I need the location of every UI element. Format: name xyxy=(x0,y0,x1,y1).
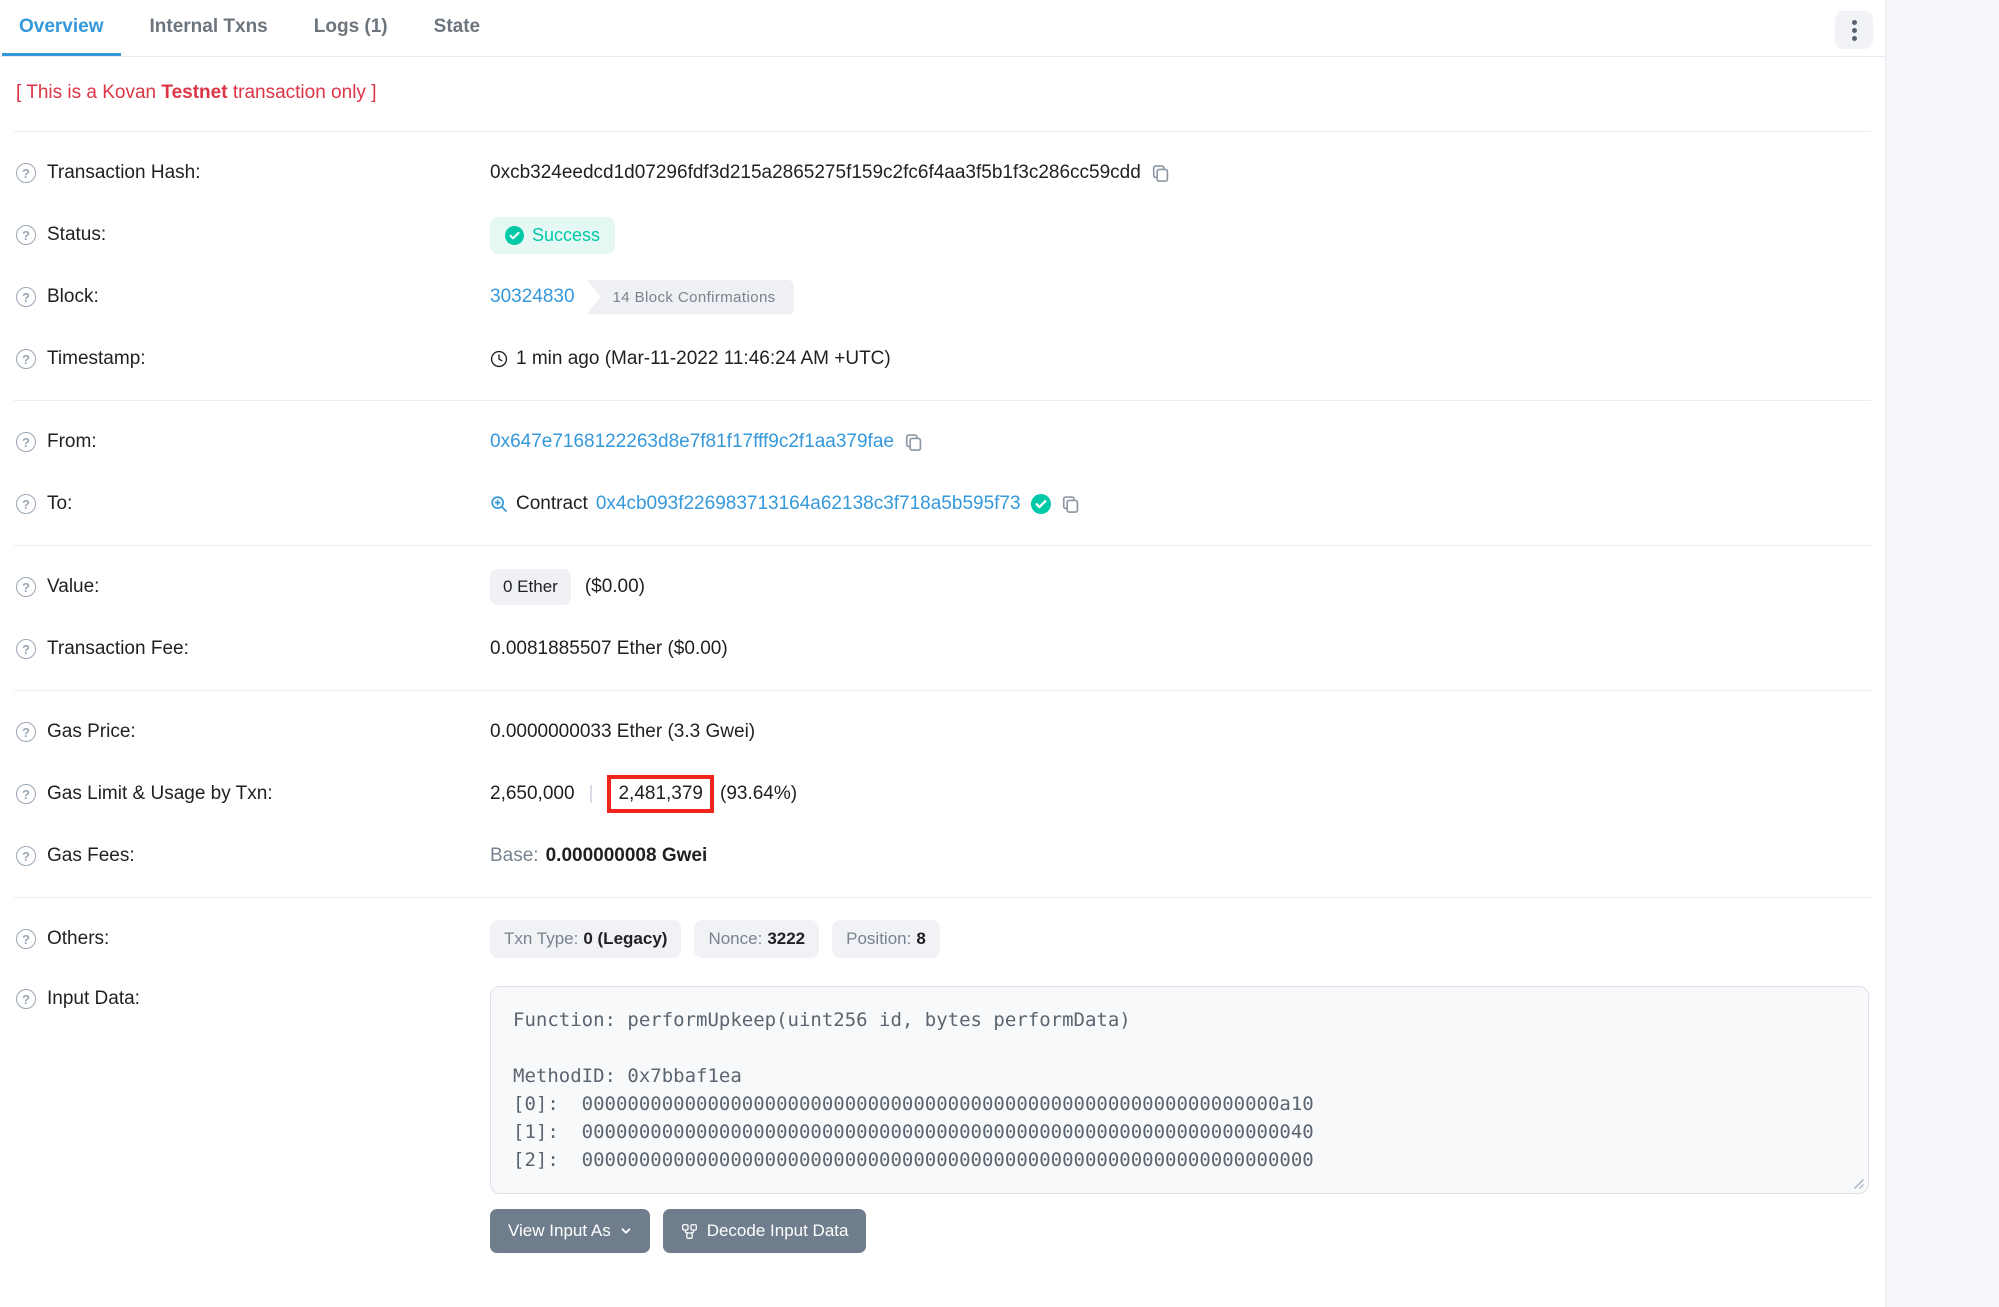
gas-price-label: Gas Price: xyxy=(47,721,136,743)
help-icon[interactable]: ? xyxy=(16,577,36,597)
row-value: ? Value: 0 Ether ($0.00) xyxy=(0,556,1885,618)
tab-overview[interactable]: Overview xyxy=(2,0,121,56)
decode-blocks-icon xyxy=(681,1223,698,1240)
annotation-highlight-box: 2,481,379 xyxy=(607,775,714,813)
gas-limit-value: 2,650,000 xyxy=(490,783,575,805)
copy-icon xyxy=(1061,495,1080,514)
transaction-hash-label: Transaction Hash: xyxy=(47,162,200,184)
kebab-icon xyxy=(1852,20,1857,25)
gas-fees-label: Gas Fees: xyxy=(47,845,135,867)
input-data-actions: View Input As Decode Input Data xyxy=(490,1209,1869,1253)
section-value-fee: ? Value: 0 Ether ($0.00) ? Transaction F… xyxy=(0,546,1885,690)
value-label: Value: xyxy=(47,576,99,598)
to-address-link[interactable]: 0x4cb093f226983713164a62138c3f718a5b595f… xyxy=(596,493,1021,515)
input-data-text: Function: performUpkeep(uint256 id, byte… xyxy=(513,1006,1846,1174)
status-badge: Success xyxy=(490,217,615,254)
more-options-button[interactable] xyxy=(1835,11,1873,49)
block-number-link[interactable]: 30324830 xyxy=(490,286,575,308)
input-data-label: Input Data: xyxy=(47,988,140,1010)
row-to: ? To: Contract 0x4cb093f226983713164a621… xyxy=(0,473,1885,535)
row-input-data: ? Input Data: Function: performUpkeep(ui… xyxy=(0,970,1885,1253)
help-icon[interactable]: ? xyxy=(16,349,36,369)
transaction-hash-value: 0xcb324eedcd1d07296fdf3d215a2865275f159c… xyxy=(490,162,1141,184)
tab-bar: Overview Internal Txns Logs (1) State xyxy=(0,0,1885,57)
row-status: ? Status: Success xyxy=(0,204,1885,266)
ether-value-badge: 0 Ether xyxy=(490,569,571,605)
tab-state[interactable]: State xyxy=(417,0,497,56)
base-fee-label: Base: xyxy=(490,845,539,867)
help-icon[interactable]: ? xyxy=(16,163,36,183)
testnet-notice: [ This is a Kovan Testnet transaction on… xyxy=(0,57,1885,131)
view-input-as-button[interactable]: View Input As xyxy=(490,1209,650,1253)
copy-button[interactable] xyxy=(1061,495,1080,514)
section-others-input: ? Others: Txn Type: 0 (Legacy) Nonce: 32… xyxy=(0,898,1885,1263)
row-transaction-fee: ? Transaction Fee: 0.0081885507 Ether ($… xyxy=(0,618,1885,680)
copy-button[interactable] xyxy=(904,433,923,452)
others-label: Others: xyxy=(47,928,109,950)
row-transaction-hash: ? Transaction Hash: 0xcb324eedcd1d07296f… xyxy=(0,142,1885,204)
input-data-box[interactable]: Function: performUpkeep(uint256 id, byte… xyxy=(490,986,1869,1194)
section-addresses: ? From: 0x647e7168122263d8e7f81f17fff9c2… xyxy=(0,401,1885,545)
clock-icon xyxy=(490,350,508,368)
from-label: From: xyxy=(47,431,97,453)
notice-prefix: [ This is a Kovan xyxy=(16,82,161,103)
help-icon[interactable]: ? xyxy=(16,929,36,949)
transaction-fee-value: 0.0081885507 Ether ($0.00) xyxy=(490,638,728,660)
section-overview-top: ? Transaction Hash: 0xcb324eedcd1d07296f… xyxy=(0,132,1885,400)
row-gas-fees: ? Gas Fees: Base: 0.000000008 Gwei xyxy=(0,825,1885,887)
help-icon[interactable]: ? xyxy=(16,846,36,866)
status-text: Success xyxy=(532,225,600,246)
gas-used-percent: (93.64%) xyxy=(720,783,797,805)
chevron-down-icon xyxy=(620,1225,632,1237)
base-fee-value: 0.000000008 Gwei xyxy=(546,845,708,867)
separator: | xyxy=(589,783,594,805)
row-others: ? Others: Txn Type: 0 (Legacy) Nonce: 32… xyxy=(0,908,1885,970)
from-address-link[interactable]: 0x647e7168122263d8e7f81f17fff9c2f1aa379f… xyxy=(490,431,894,453)
position-badge: Position: 8 xyxy=(832,920,940,958)
help-icon[interactable]: ? xyxy=(16,494,36,514)
verified-contract-icon xyxy=(1031,494,1051,514)
usd-value: ($0.00) xyxy=(585,576,645,598)
help-icon[interactable]: ? xyxy=(16,722,36,742)
copy-icon xyxy=(904,433,923,452)
timestamp-value: 1 min ago (Mar-11-2022 11:46:24 AM +UTC) xyxy=(516,348,891,370)
to-contract-prefix: Contract xyxy=(516,493,588,515)
help-icon[interactable]: ? xyxy=(16,287,36,307)
resize-handle-icon[interactable] xyxy=(1851,1176,1865,1190)
copy-button[interactable] xyxy=(1151,164,1170,183)
row-block: ? Block: 30324830 14 Block Confirmations xyxy=(0,266,1885,328)
transaction-detail-card: Overview Internal Txns Logs (1) State [ … xyxy=(0,0,1886,1307)
timestamp-label: Timestamp: xyxy=(47,348,146,370)
row-timestamp: ? Timestamp: 1 min ago (Mar-11-2022 11:4… xyxy=(0,328,1885,390)
help-icon[interactable]: ? xyxy=(16,432,36,452)
block-label: Block: xyxy=(47,286,99,308)
notice-suffix: transaction only ] xyxy=(228,82,377,103)
gas-limit-label: Gas Limit & Usage by Txn: xyxy=(47,783,273,805)
section-gas: ? Gas Price: 0.0000000033 Ether (3.3 Gwe… xyxy=(0,691,1885,897)
nonce-badge: Nonce: 3222 xyxy=(694,920,819,958)
status-label: Status: xyxy=(47,224,106,246)
block-confirmations-badge: 14 Block Confirmations xyxy=(587,280,794,315)
row-gas-price: ? Gas Price: 0.0000000033 Ether (3.3 Gwe… xyxy=(0,701,1885,763)
row-gas-limit-usage: ? Gas Limit & Usage by Txn: 2,650,000 | … xyxy=(0,763,1885,825)
copy-icon xyxy=(1151,164,1170,183)
tab-internal-txns[interactable]: Internal Txns xyxy=(133,0,285,56)
help-icon[interactable]: ? xyxy=(16,784,36,804)
help-icon[interactable]: ? xyxy=(16,639,36,659)
check-circle-icon xyxy=(505,226,524,245)
gas-used-value: 2,481,379 xyxy=(618,783,703,805)
tab-logs[interactable]: Logs (1) xyxy=(297,0,405,56)
decode-input-data-button[interactable]: Decode Input Data xyxy=(663,1209,867,1253)
row-from: ? From: 0x647e7168122263d8e7f81f17fff9c2… xyxy=(0,411,1885,473)
help-icon[interactable]: ? xyxy=(16,225,36,245)
gas-price-value: 0.0000000033 Ether (3.3 Gwei) xyxy=(490,721,755,743)
txn-type-badge: Txn Type: 0 (Legacy) xyxy=(490,920,681,958)
help-icon[interactable]: ? xyxy=(16,989,36,1009)
notice-bold: Testnet xyxy=(161,82,227,103)
zoom-in-icon[interactable] xyxy=(490,495,508,513)
page: Overview Internal Txns Logs (1) State [ … xyxy=(0,0,1999,1307)
to-label: To: xyxy=(47,493,72,515)
transaction-fee-label: Transaction Fee: xyxy=(47,638,189,660)
